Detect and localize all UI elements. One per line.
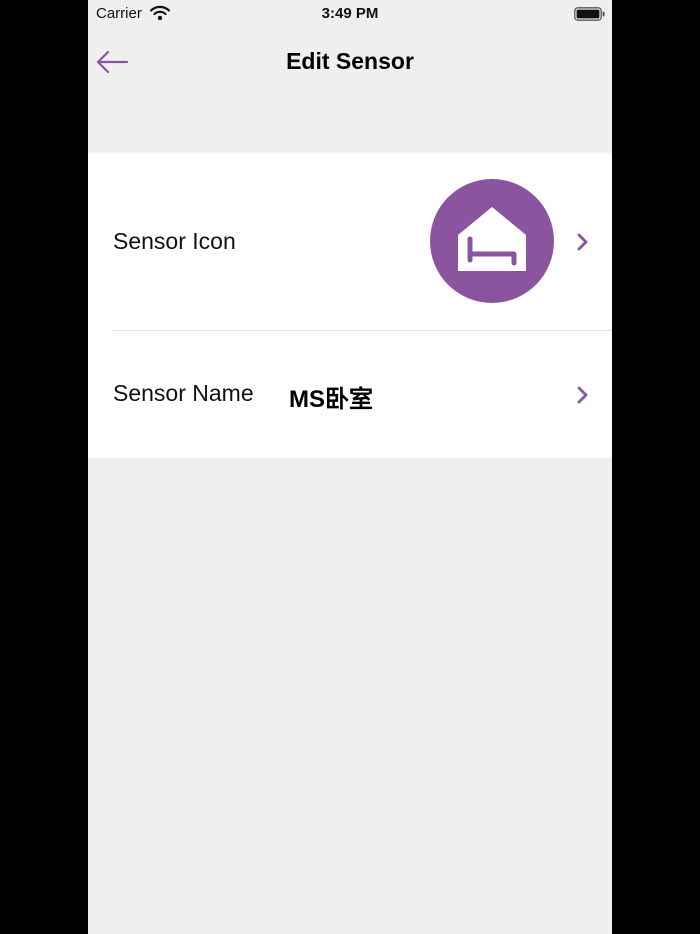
- sensor-avatar: [430, 179, 554, 303]
- status-time: 3:49 PM: [321, 5, 379, 22]
- chevron-right-icon: [576, 232, 590, 252]
- sensor-icon-row[interactable]: Sensor Icon: [88, 153, 612, 330]
- app-screen: Carrier 3:49 PM Edit Sensor Sensor Icon …: [88, 0, 612, 934]
- settings-list: Sensor Icon Sensor Name MS卧室: [88, 153, 612, 458]
- sensor-icon-label: Sensor Icon: [113, 228, 236, 254]
- sensor-name-row[interactable]: Sensor Name MS卧室: [88, 331, 612, 458]
- house-bed-icon: [458, 207, 526, 271]
- chevron-right-icon: [576, 385, 590, 405]
- sensor-name-value: MS卧室: [289, 386, 373, 413]
- navigation-bar: Edit Sensor: [88, 28, 612, 100]
- battery-icon: [574, 7, 606, 21]
- sensor-name-label: Sensor Name: [113, 380, 254, 406]
- page-title: Edit Sensor: [286, 48, 414, 74]
- status-bar: Carrier 3:49 PM: [88, 0, 612, 28]
